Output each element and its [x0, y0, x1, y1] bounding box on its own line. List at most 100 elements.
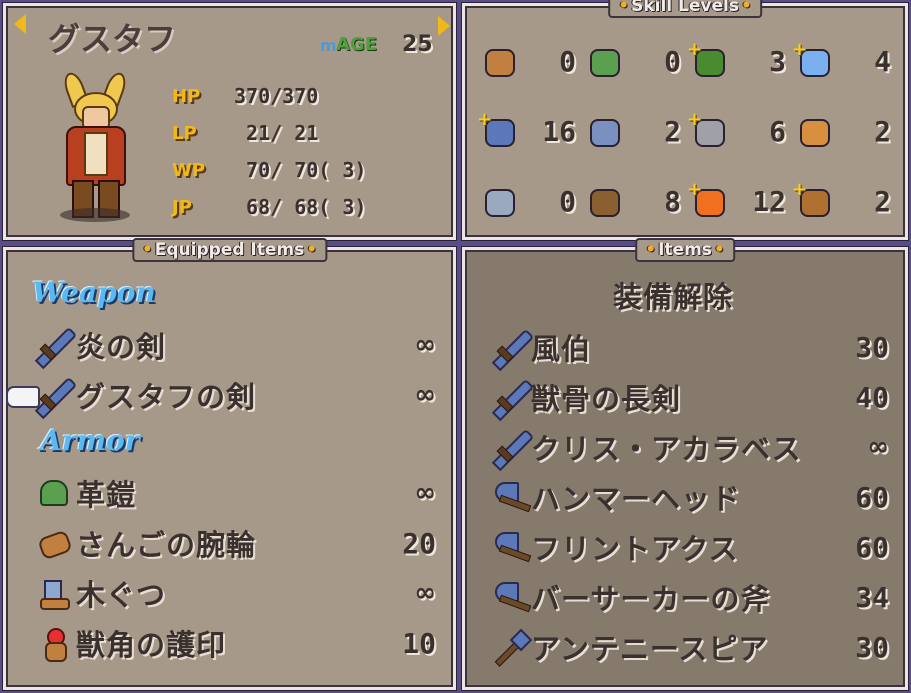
- item-count: ∞: [414, 380, 436, 410]
- axe-icon: [584, 111, 624, 151]
- equipped-armor-row[interactable]: さんごの腕輪 20: [36, 522, 436, 564]
- age-value: 25: [402, 32, 433, 57]
- skill-cell: +6: [687, 106, 790, 156]
- panel-title: Items: [635, 238, 735, 262]
- item-name: ハンマーヘッド: [531, 482, 742, 516]
- armor-category-label: Armor: [40, 424, 140, 457]
- item-count: 40: [855, 380, 889, 414]
- equipped-weapon-row[interactable]: 炎の剣 ∞: [34, 324, 436, 370]
- sword-icon: [34, 376, 78, 420]
- item-count: 30: [855, 330, 889, 364]
- skill-level-value: 0: [559, 44, 576, 78]
- item-count: ∞: [867, 432, 889, 462]
- stat-label: LP: [172, 122, 197, 144]
- item-name: さんごの腕輪: [76, 528, 257, 562]
- inventory-row[interactable]: クリス・アカラベス ∞: [491, 426, 889, 472]
- unequip-option[interactable]: 装備解除: [613, 274, 733, 316]
- skill-cell: 0: [584, 36, 685, 86]
- skill-level-value: 16: [542, 114, 576, 148]
- sword-icon: +: [477, 109, 519, 151]
- plus-icon: +: [792, 39, 808, 60]
- item-name: 風伯: [531, 332, 592, 366]
- sword-icon: [34, 326, 78, 370]
- stat-value: 68/ 68( 3): [234, 195, 367, 219]
- inventory-row[interactable]: バーサーカーの斧 34: [493, 576, 889, 618]
- inventory-row[interactable]: ハンマーヘッド 60: [493, 476, 889, 518]
- weapon-category-label: Weapon: [32, 276, 156, 309]
- item-count: 34: [855, 580, 889, 614]
- skill-cell: 0: [479, 36, 580, 86]
- item-name: バーサーカーの斧: [531, 582, 771, 616]
- item-name: クリス・アカラベス: [531, 432, 802, 466]
- skill-cell: +3: [687, 36, 790, 86]
- plus-icon: +: [687, 109, 703, 130]
- skill-level-value: 3: [769, 44, 786, 78]
- inventory-row[interactable]: 獣骨の長剣 40: [491, 376, 889, 422]
- skill-cell: 0: [479, 176, 580, 226]
- stat-label: WP: [172, 159, 206, 181]
- helmet-icon: [36, 476, 70, 510]
- skill-level-value: 6: [769, 114, 786, 148]
- item-count: 60: [855, 530, 889, 564]
- hammer-icon: [479, 181, 519, 221]
- boots-icon: [36, 576, 70, 610]
- equipped-weapon-row[interactable]: グスタフの剣 ∞: [34, 374, 436, 420]
- stat-label: JP: [172, 196, 192, 218]
- beast-icon: +: [792, 179, 834, 221]
- equipped-armor-row[interactable]: 革鎧 ∞: [36, 472, 436, 514]
- water-icon: +: [792, 39, 834, 81]
- stat-row-hp: HP 370/370: [172, 84, 318, 108]
- stat-label: HP: [172, 85, 201, 107]
- skill-level-value: 2: [874, 114, 891, 148]
- skill-cell: 2: [794, 106, 895, 156]
- amulet-icon: [36, 626, 70, 662]
- skill-level-value: 2: [664, 114, 681, 148]
- character-sprite: [46, 66, 146, 226]
- plus-icon: +: [477, 109, 493, 130]
- item-name: 獣角の護印: [76, 628, 227, 662]
- item-count: ∞: [414, 578, 436, 608]
- prev-character-arrow-icon[interactable]: [14, 14, 26, 34]
- stat-row-lp: LP 21/ 21: [172, 121, 318, 145]
- skill-level-value: 0: [559, 184, 576, 218]
- skill-cell: +12: [687, 176, 790, 226]
- item-count: 10: [402, 626, 436, 660]
- skill-level-value: 2: [874, 184, 891, 218]
- equipped-armor-row[interactable]: 獣角の護印 10: [36, 622, 436, 664]
- items-panel: Items 装備解除 風伯 30 獣骨の長剣 40 クリス・アカラベス ∞ ハン…: [462, 238, 908, 690]
- item-name: 革鎧: [76, 478, 137, 512]
- inventory-row[interactable]: アンテニースピア 30: [493, 626, 889, 668]
- character-panel: グスタフ m AGE 25 HP 370/370 LP 21/ 21 WP 70…: [3, 3, 456, 240]
- plus-icon: +: [687, 39, 703, 60]
- equipped-armor-row[interactable]: 木ぐつ ∞: [36, 572, 436, 614]
- sword-icon: [491, 428, 535, 472]
- item-name: アンテニースピア: [531, 632, 769, 666]
- stone-icon: +: [687, 109, 729, 151]
- panel-title: Skill Levels: [608, 0, 762, 18]
- skill-levels-panel: Skill Levels 00+3+4+162+6208+12+2: [462, 0, 908, 240]
- spear-icon: [493, 628, 533, 667]
- sword-icon: [491, 378, 535, 422]
- axe-icon: [493, 480, 532, 514]
- item-name: 木ぐつ: [76, 578, 167, 612]
- tree-icon: +: [687, 39, 729, 81]
- fire-icon: +: [687, 179, 729, 221]
- skill-level-value: 0: [664, 44, 681, 78]
- gender-icon: m: [320, 36, 337, 55]
- plus-icon: +: [687, 179, 703, 200]
- equipped-items-panel: Equipped Items Weapon 炎の剣 ∞ グスタフの剣 ∞ Arm…: [3, 238, 456, 690]
- item-count: ∞: [414, 478, 436, 508]
- next-character-arrow-icon[interactable]: [438, 16, 450, 36]
- stat-value: 70/ 70( 3): [234, 158, 367, 182]
- skill-level-value: 4: [874, 44, 891, 78]
- item-name: フリントアクス: [531, 532, 739, 566]
- stat-row-wp: WP 70/ 70( 3): [172, 158, 366, 182]
- bag-icon: [479, 41, 519, 81]
- skill-cell: 8: [584, 176, 685, 226]
- skill-level-value: 8: [664, 184, 681, 218]
- item-count: 20: [402, 526, 436, 560]
- music-icon: [794, 111, 834, 151]
- inventory-row[interactable]: 風伯 30: [491, 326, 889, 372]
- item-count: 60: [855, 480, 889, 514]
- inventory-row[interactable]: フリントアクス 60: [493, 526, 889, 568]
